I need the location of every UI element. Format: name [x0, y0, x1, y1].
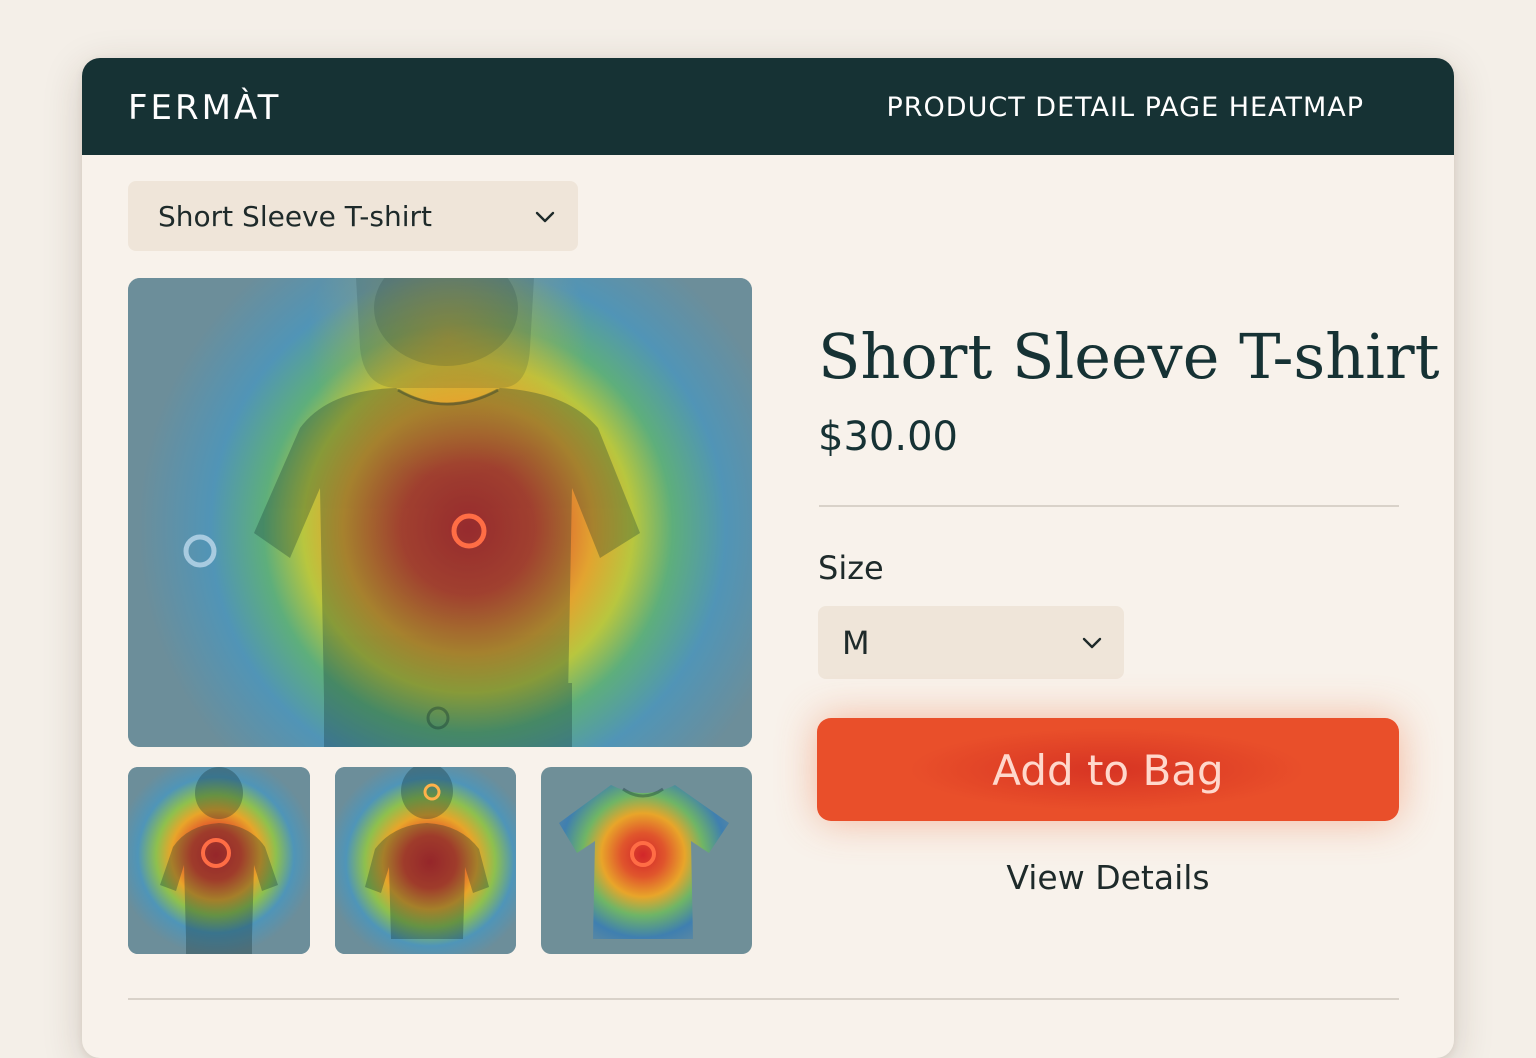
- heatmap-thumb: [335, 767, 516, 954]
- product-title: Short Sleeve T-shirt: [818, 320, 1440, 393]
- thumbnail-flat[interactable]: [541, 767, 752, 954]
- chevron-down-icon: [535, 211, 555, 223]
- thumbnail-back[interactable]: [335, 767, 516, 954]
- top-bar: FERMÀT PRODUCT DETAIL PAGE HEATMAP: [82, 58, 1454, 155]
- divider: [128, 998, 1399, 1000]
- product-price: $30.00: [818, 414, 958, 460]
- heatmap-thumb: [128, 767, 310, 954]
- thumbnail-front[interactable]: [128, 767, 310, 954]
- heatmap-thumb: [541, 767, 752, 954]
- heatmap-overlay: [128, 278, 752, 747]
- product-selector-value: Short Sleeve T-shirt: [158, 200, 432, 233]
- chevron-down-icon: [1082, 637, 1102, 649]
- product-selector[interactable]: Short Sleeve T-shirt: [128, 181, 578, 251]
- brand-logo[interactable]: FERMÀT: [128, 88, 281, 128]
- size-selector-value: M: [842, 624, 870, 662]
- add-to-bag-button[interactable]: Add to Bag: [817, 718, 1399, 821]
- divider: [819, 505, 1399, 507]
- pdp-heatmap-window: FERMÀT PRODUCT DETAIL PAGE HEATMAP Short…: [82, 58, 1454, 1058]
- size-label: Size: [818, 549, 884, 587]
- size-selector[interactable]: M: [818, 606, 1124, 679]
- page-label: PRODUCT DETAIL PAGE HEATMAP: [886, 92, 1364, 123]
- main-product-image[interactable]: [128, 278, 752, 747]
- view-details-link[interactable]: View Details: [817, 858, 1399, 897]
- add-to-bag-label: Add to Bag: [992, 746, 1224, 795]
